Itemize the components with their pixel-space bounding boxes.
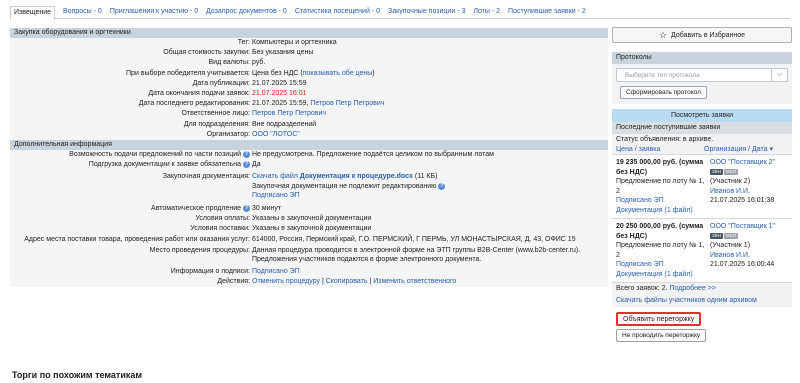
copy-procedure-link[interactable]: Скопировать — [326, 278, 368, 285]
responsible-person-link[interactable]: Петров Петр Петрович — [252, 110, 326, 117]
status-badge: МСП — [723, 232, 739, 239]
editor-link[interactable]: Петров Петр Петрович — [310, 100, 384, 107]
protocol-type-select[interactable]: Выберите тип протокола ⌵ — [616, 68, 788, 82]
tab-visit-stats[interactable]: Статистика посещений - 0 — [295, 6, 380, 18]
protocols-title: Протоколы — [612, 52, 792, 64]
info-row: Информация о подписи: Подписано ЭП — [10, 266, 608, 277]
tab-invitations[interactable]: Приглашения к участию - 0 — [110, 6, 198, 18]
documentation-file-link[interactable]: Документация к процедуре.docx — [300, 173, 413, 180]
info-row: Тег: Компьютеры и оргтехника — [10, 38, 608, 49]
tab-received-bids[interactable]: Поступившие заявки - 2 — [508, 6, 586, 18]
help-icon[interactable]: ? — [243, 150, 250, 158]
info-row: Дата публикации: 21.07.2025 15:59 — [10, 78, 608, 90]
status-badge: ЗВН — [710, 168, 723, 175]
bids-total: Всего заявок: 2. Подробнее >> — [612, 283, 792, 295]
info-row: Условия оплаты: Указаны в закупочной доку… — [10, 214, 608, 225]
download-all-archive-link[interactable]: Скачать файлы участников одним архивом — [612, 295, 792, 307]
info-row: Для подразделения: Вне подразделений — [10, 119, 608, 130]
status-badge: МСП — [723, 168, 739, 175]
help-icon[interactable]: ? — [243, 204, 250, 212]
info-row: При выборе победителя учитывается: Цена б… — [10, 68, 608, 79]
tab-positions[interactable]: Закупочные позиции - 3 — [388, 6, 465, 18]
add-to-favorites-button[interactable]: ☆ Добавить в Избранное — [612, 27, 792, 43]
info-row: Закупочная документация: Скачать файл До… — [10, 170, 608, 204]
download-file-link[interactable]: Скачать файл — [252, 173, 298, 180]
info-row: Дата окончания подачи заявок: 21.07.2025 … — [10, 89, 608, 100]
announce-rebid-button[interactable]: Объявить переторжку — [616, 312, 702, 326]
docs-signed-link[interactable]: Подписано ЭП — [252, 191, 608, 201]
help-icon[interactable]: ? — [438, 182, 446, 190]
info-row: Общая стоимость закупки: Без указания цен… — [10, 48, 608, 59]
bid-signed-link[interactable]: Подписано ЭП — [616, 196, 710, 206]
view-bids-button[interactable]: Посмотреть заявки — [612, 109, 792, 122]
similar-tenders-title: Торги по похожим тематикам — [12, 370, 143, 380]
tab-document-requests[interactable]: Дозапрос документов - 0 — [206, 6, 287, 18]
status-text: Статус объявления: в архиве. — [612, 134, 792, 145]
info-row: Адрес места поставки товара, проведения … — [10, 234, 608, 245]
sort-by-price[interactable]: Цена / заявка — [616, 145, 704, 154]
change-responsible-link[interactable]: Изменить ответственного — [373, 278, 456, 285]
bidder-person-link[interactable]: Иванов И.И. — [710, 251, 792, 261]
bid-docs-link[interactable]: Документация (1 файл) — [616, 206, 710, 216]
info-row: Условия поставки: Указаны в закупочной до… — [10, 224, 608, 235]
section-title-procurement: Закупка оборудования и оргтехники — [10, 28, 608, 38]
recent-bids-title: Последние поступившие заявки — [612, 122, 792, 134]
form-protocol-button[interactable]: Сформировать протокол — [620, 86, 707, 99]
cancel-procedure-link[interactable]: Отменить процедуру — [252, 278, 320, 285]
bidder-org-link[interactable]: ООО "Поставщик 1" — [710, 222, 792, 232]
info-row: Возможность подачи предложений по части … — [10, 150, 608, 161]
bid-signed-link[interactable]: Подписано ЭП — [616, 260, 710, 270]
tab-bar: Извещение Вопросы - 0 Приглашения к учас… — [10, 5, 790, 20]
bidder-person-link[interactable]: Иванов И.И. — [710, 187, 792, 197]
bid-row: 20 250 000,00 руб. (сумма без НДС) Предл… — [612, 219, 792, 283]
info-row: Автоматическое продление ? 30 минут — [10, 203, 608, 215]
bidder-org-link[interactable]: ООО "Поставщик 2" — [710, 158, 792, 168]
procedure-info: Закупка оборудования и оргтехники Тег: Ко… — [10, 28, 608, 348]
signature-info-link[interactable]: Подписано ЭП — [252, 268, 300, 275]
organizer-link[interactable]: ООО "ЛОТОС" — [252, 131, 300, 138]
deadline-value: 21.07.2025 16:01 — [252, 90, 307, 98]
bids-table-header: Цена / заявка Организация / Дата ▾ — [612, 145, 792, 155]
info-row: Организатор: ООО "ЛОТОС" — [10, 129, 608, 141]
show-both-prices-link[interactable]: показывать обе цены — [303, 70, 373, 77]
tab-lots[interactable]: Лоты - 2 — [473, 6, 500, 18]
info-row: Место проведения процедуры: Данная проце… — [10, 244, 608, 267]
bid-docs-link[interactable]: Документация (1 файл) — [616, 270, 710, 280]
status-badge: ЗВН — [710, 232, 723, 239]
tab-notice[interactable]: Извещение — [10, 5, 56, 20]
info-row: Действия: Отменить процедуру | Скопирова… — [10, 276, 608, 288]
section-title-additional: Дополнительная информация — [10, 140, 608, 151]
star-outline-icon: ☆ — [658, 29, 668, 40]
help-icon[interactable]: ? — [243, 160, 250, 168]
protocols-panel: Выберите тип протокола ⌵ Сформировать пр… — [612, 64, 792, 104]
info-row: Ответственное лицо: Петров Петр Петрович — [10, 109, 608, 120]
more-details-link[interactable]: Подробнее >> — [669, 285, 715, 292]
info-row: Дата последнего редактирования: 21.07.202… — [10, 99, 608, 110]
info-row: Подгрузка документации к заявке обязател… — [10, 160, 608, 171]
tab-questions[interactable]: Вопросы - 0 — [63, 6, 102, 18]
side-panel: ☆ Добавить в Избранное Протоколы Выберит… — [612, 27, 792, 342]
bid-row: 19 235 000,00 руб. (сумма без НДС) Предл… — [612, 155, 792, 219]
info-row: Вид валюты: руб. — [10, 58, 608, 69]
sort-by-org-date[interactable]: Организация / Дата ▾ — [704, 145, 792, 154]
no-rebid-button[interactable]: Не проводить переторжку — [616, 329, 707, 342]
chevron-down-icon: ⌵ — [771, 69, 787, 81]
